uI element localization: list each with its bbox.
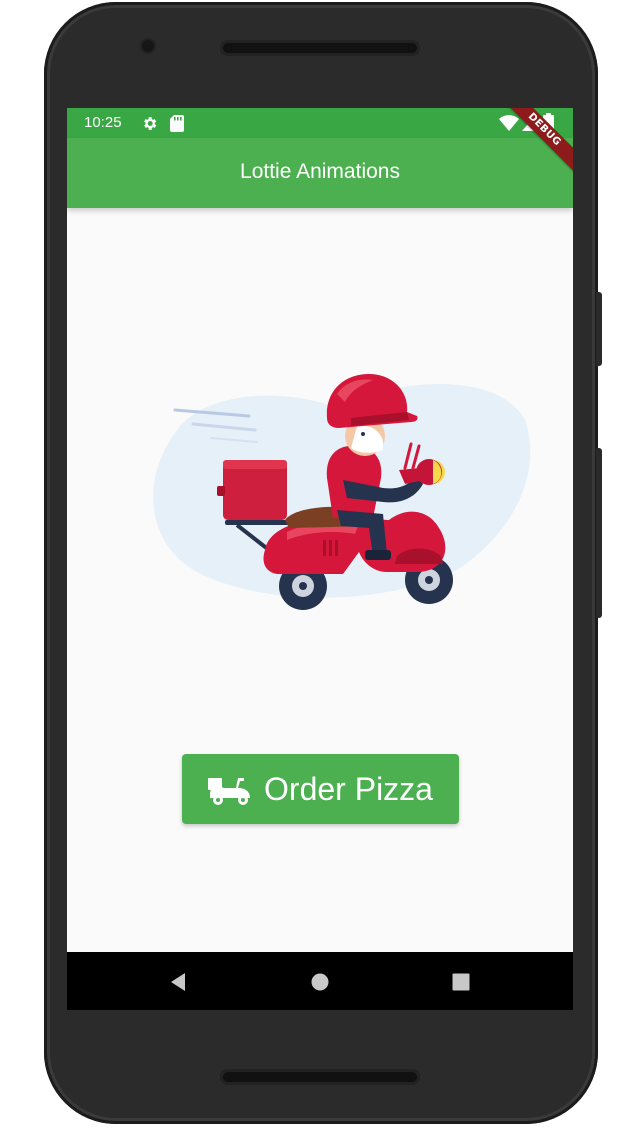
bottom-speaker [220, 1069, 420, 1085]
app-bar: Lottie Animations [67, 138, 573, 208]
delivery-scooter-icon [208, 778, 251, 805]
settings-gear-icon [144, 117, 157, 130]
app-screen: 10:25 Lottie Animations DEBUG Order Pizz… [67, 108, 573, 1010]
home-circle-icon[interactable] [309, 971, 331, 993]
power-button [596, 292, 602, 366]
order-pizza-button[interactable]: Order Pizza [182, 754, 459, 824]
order-pizza-label: Order Pizza [264, 770, 433, 807]
back-triangle-icon[interactable] [167, 971, 189, 993]
status-bar: 10:25 [67, 108, 573, 138]
navigation-bar [67, 952, 573, 1010]
status-time: 10:25 [84, 114, 122, 131]
wifi-icon [499, 115, 519, 131]
top-speaker [220, 40, 420, 56]
sd-card-icon [170, 115, 184, 132]
volume-button [596, 448, 602, 618]
front-camera [142, 40, 154, 52]
delivery-scooter-rider-illustration [153, 374, 531, 610]
recents-square-icon[interactable] [450, 971, 472, 993]
app-title: Lottie Animations [240, 160, 400, 183]
